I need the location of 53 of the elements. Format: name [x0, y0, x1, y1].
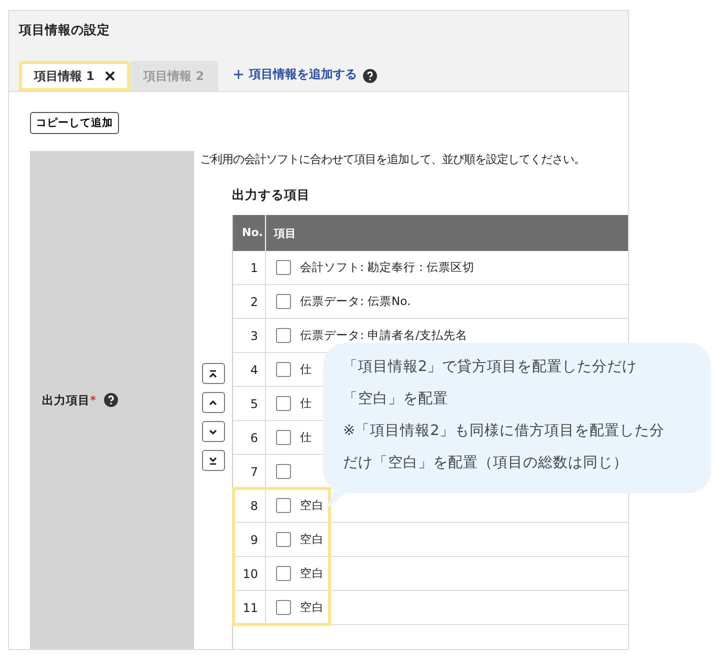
- checkbox[interactable]: [276, 396, 291, 411]
- move-bottom-icon[interactable]: [208, 456, 218, 466]
- checkbox[interactable]: [276, 430, 291, 445]
- row-number: 3: [250, 328, 258, 342]
- item-name: 仕: [300, 430, 312, 445]
- item-name: 空白: [300, 566, 324, 581]
- row-number: 2: [250, 294, 258, 308]
- tab[interactable]: 項目情報 1: [19, 61, 130, 91]
- column-header: 項目: [272, 226, 296, 240]
- panel-title: 項目情報の設定: [18, 21, 111, 39]
- row-number: 1: [250, 260, 258, 274]
- item-name: 空白: [300, 600, 324, 615]
- row-number: 9: [250, 532, 258, 546]
- close-icon[interactable]: [104, 71, 115, 81]
- checkbox[interactable]: [276, 566, 291, 581]
- help-icon[interactable]: [363, 69, 378, 83]
- checkbox[interactable]: [276, 294, 291, 309]
- copy-add-button[interactable]: コピーして追加: [30, 112, 119, 134]
- chevron-up-icon[interactable]: [208, 398, 218, 408]
- checkbox[interactable]: [276, 362, 291, 377]
- row-number: 7: [250, 464, 258, 478]
- item-name: 仕: [300, 396, 312, 411]
- description-text: ご利用の会計ソフトに合わせて項目を追加して、並び順を設定してください。: [199, 152, 586, 167]
- move-top-button[interactable]: [202, 363, 224, 384]
- row-number: 10: [242, 566, 258, 580]
- item-name: 会計ソフト: 勘定奉行 : 伝票区切: [300, 260, 475, 275]
- help-icon[interactable]: [104, 393, 118, 407]
- item-name: 伝票データ: 伝票No.: [300, 294, 411, 309]
- checkbox[interactable]: [276, 600, 291, 615]
- column-header: No.: [233, 215, 266, 251]
- row-number: 5: [250, 396, 258, 410]
- field-label: 出力項目*: [42, 392, 96, 408]
- section-heading: 出力する項目: [232, 187, 311, 204]
- item-name: 空白: [300, 532, 324, 547]
- row-number: 4: [250, 362, 258, 376]
- checkbox[interactable]: [276, 464, 291, 479]
- checkbox[interactable]: [276, 532, 291, 547]
- row-number: 6: [250, 430, 258, 444]
- move-down-button[interactable]: [202, 421, 224, 442]
- row-number: 8: [250, 498, 258, 512]
- checkbox[interactable]: [276, 328, 291, 343]
- row-number: 11: [242, 600, 258, 614]
- plus-icon[interactable]: [234, 70, 244, 79]
- add-item-link[interactable]: 項目情報を追加する: [234, 66, 358, 83]
- checkbox[interactable]: [276, 498, 291, 513]
- item-name: 伝票データ: 申請者名/支払先名: [300, 328, 468, 343]
- move-up-button[interactable]: [202, 392, 224, 413]
- item-name: 仕: [300, 362, 312, 377]
- move-bottom-button[interactable]: [202, 450, 224, 471]
- checkbox[interactable]: [276, 260, 291, 275]
- callout-text: 「項目情報2」で貸方項目を配置した分だけ 「空白」を配置 ※「項目情報2」も同様に借方項目を配置した分 だけ「空白」を配置（項目の総数は同じ）: [343, 358, 666, 473]
- item-name: 空白: [300, 498, 324, 513]
- move-top-icon[interactable]: [208, 368, 218, 378]
